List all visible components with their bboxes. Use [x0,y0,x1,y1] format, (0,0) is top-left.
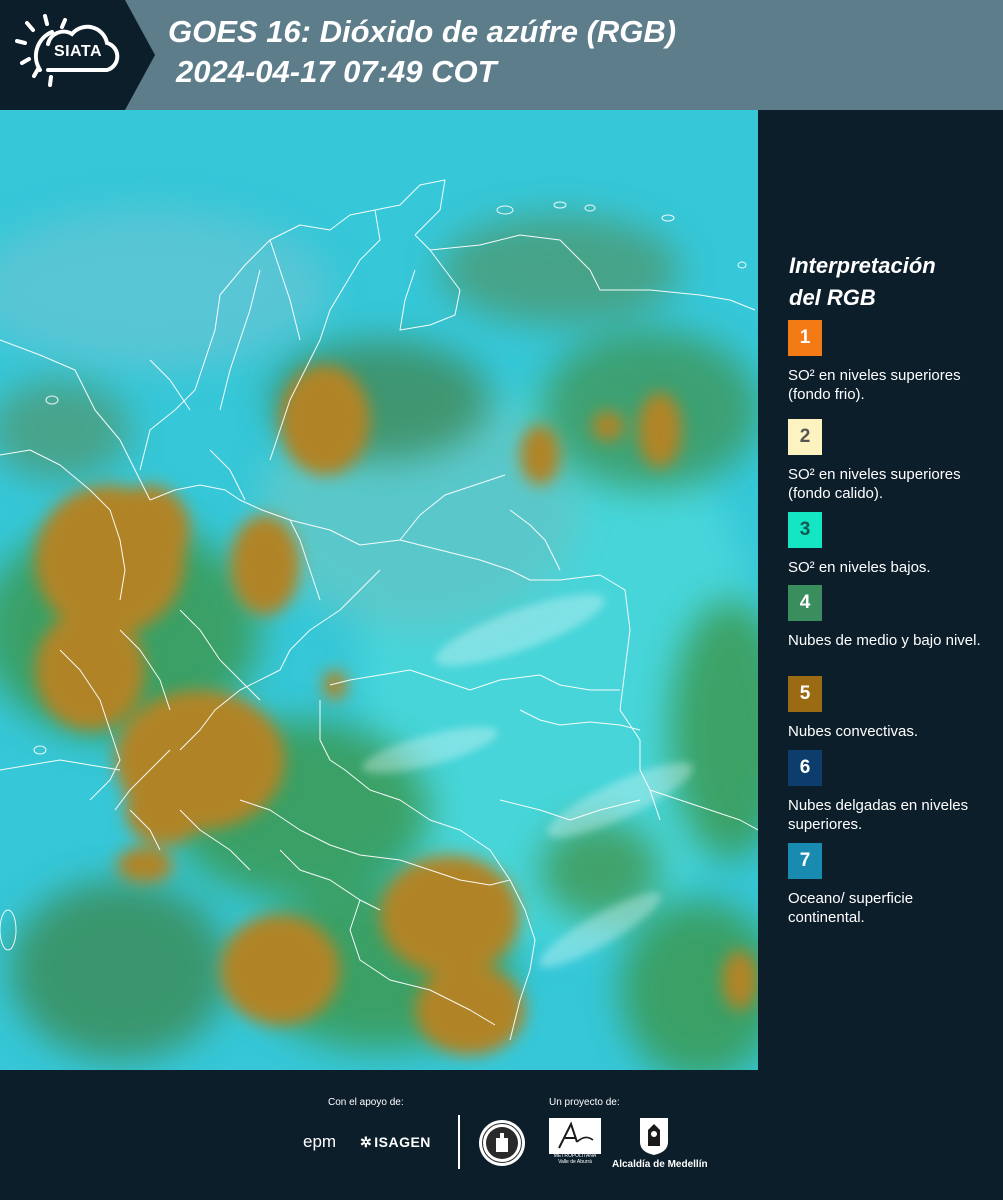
legend-label-1: SO² en niveles superiores (fondo frio). [788,367,961,403]
satellite-rgb-image [0,110,758,1070]
area-metropolitana-icon [549,1118,601,1154]
medellin-logo-text: Alcaldía de Medellín [612,1159,708,1170]
legend-item-4: 4 Nubes de medio y bajo nivel. [788,585,993,650]
legend-label-5: Nubes convectivas. [788,723,919,740]
medellin-shield-icon [640,1118,668,1155]
header: SIATA GOES 16: Dióxido de azúfre (RGB) 2… [0,0,1003,110]
satellite-map [0,110,758,1070]
legend-title-line-2: del RGB [789,285,876,310]
isagen-mark-icon: ✲ [360,1134,373,1150]
legend-swatch-2: 2 [788,419,822,455]
legend-swatch-6: 6 [788,750,822,786]
legend-label-4: Nubes de medio y bajo nivel. [788,632,981,649]
logo-block: SIATA [0,0,155,110]
footer: Con el apoyo de: Un proyecto de: epm ✲ IS… [0,1070,1003,1200]
legend-item-7: 7 Oceano/ superficie continental. [788,843,993,927]
legend-label-3: SO² en niveles bajos. [788,559,931,576]
legend-swatch-1: 1 [788,320,822,356]
legend-label-7: Oceano/ superficie continental. [788,890,914,926]
legend-title-line-1: Interpretación [789,253,936,278]
legend-item-5: 5 Nubes convectivas. [788,676,993,741]
isagen-logo: ✲ ISAGEN [360,1134,431,1151]
support-label: Con el apoyo de: [328,1097,404,1108]
legend-label-6: Nubes delgadas en niveles superiores. [788,797,969,833]
project-label: Un proyecto de: [549,1097,620,1108]
legend-label-2: SO² en niveles superiores (fondo calido)… [788,466,961,502]
epm-logo: epm [303,1132,337,1151]
area-logo-line-2: Valle de Aburrá [558,1159,592,1165]
siata-seal-icon [479,1120,525,1166]
footer-divider [458,1115,460,1169]
legend-item-3: 3 SO² en niveles bajos. [788,512,993,577]
page-title: GOES 16: Dióxido de azúfre (RGB) [168,14,677,49]
legend-swatch-7: 7 [788,843,822,879]
legend-item-1: 1 SO² en niveles superiores (fondo frio)… [788,320,993,404]
isagen-logo-text: ISAGEN [374,1134,431,1150]
legend-swatch-4: 4 [788,585,822,621]
legend-item-2: 2 SO² en niveles superiores (fondo calid… [788,419,993,503]
legend-panel: Interpretación del RGB 1 SO² en niveles … [760,110,1003,1070]
page-timestamp: 2024-04-17 07:49 COT [176,54,497,89]
legend-item-6: 6 Nubes delgadas en niveles superiores. [788,750,993,834]
legend-title: Interpretación del RGB [789,250,994,314]
legend-swatch-3: 3 [788,512,822,548]
area-logo-caption: METROPOLITANA Valle de Aburrá [550,1153,600,1165]
siata-logo-text: SIATA [53,43,103,60]
legend-swatch-5: 5 [788,676,822,712]
